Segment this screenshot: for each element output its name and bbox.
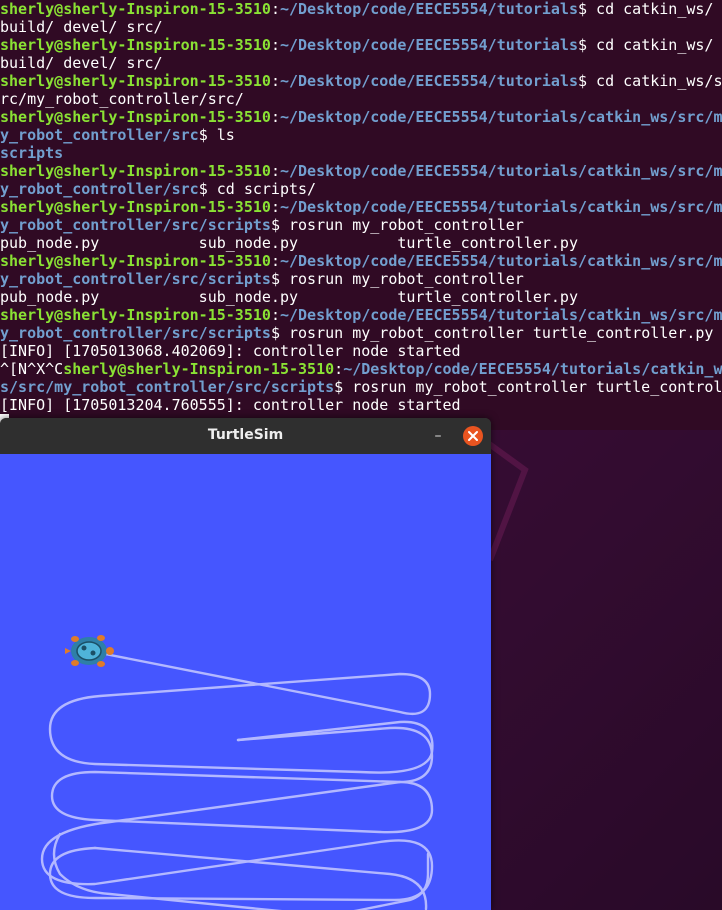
prompt-path: ~/Desktop/code/EECE5554/tutorials <box>279 72 578 90</box>
turtlesim-canvas <box>0 454 491 910</box>
terminal-text: $ cd scripts/ <box>198 180 317 198</box>
window-titlebar[interactable]: TurtleSim – <box>0 418 491 454</box>
terminal-line: sherly@sherly-Inspiron-15-3510:~/Desktop… <box>0 36 722 54</box>
terminal-text: : <box>270 306 280 324</box>
prompt-user: sherly@sherly-Inspiron-15-3510 <box>0 306 271 324</box>
terminal-text: $ cd catkin_ws/ <box>577 36 714 54</box>
terminal-text: : <box>270 72 280 90</box>
prompt-path: ~/Desktop/code/EECE5554/tutorials/catkin… <box>343 360 722 378</box>
terminal-line: y_robot_controller/src/scripts$ rosrun m… <box>0 216 722 234</box>
terminal-text: [INFO] [1705013204.760555]: controller n… <box>0 396 461 414</box>
turtlesim-window[interactable]: TurtleSim – <box>0 418 491 910</box>
terminal-text: $ ls <box>198 126 235 144</box>
terminal-line: build/ devel/ src/ <box>0 18 722 36</box>
prompt-user: sherly@sherly-Inspiron-15-3510 <box>0 162 271 180</box>
terminal-text: [INFO] [1705013068.402069]: controller n… <box>0 342 461 360</box>
terminal-text: build/ devel/ src/ <box>0 18 163 36</box>
prompt-user: sherly@sherly-Inspiron-15-3510 <box>0 198 271 216</box>
minimize-button[interactable]: – <box>428 426 448 446</box>
terminal-text: pub_node.py sub_node.py turtle_controlle… <box>0 288 578 306</box>
terminal-line: sherly@sherly-Inspiron-15-3510:~/Desktop… <box>0 252 722 270</box>
terminal-text: $ cd catkin_ws/s <box>577 72 722 90</box>
terminal-line: sherly@sherly-Inspiron-15-3510:~/Desktop… <box>0 72 722 90</box>
terminal-line: rc/my_robot_controller/src/ <box>0 90 722 108</box>
terminal-line: s/src/my_robot_controller/src/scripts$ r… <box>0 378 722 396</box>
terminal-line: y_robot_controller/src$ cd scripts/ <box>0 180 722 198</box>
prompt-user: sherly@sherly-Inspiron-15-3510 <box>0 108 271 126</box>
prompt-path: ~/Desktop/code/EECE5554/tutorials/catkin… <box>279 198 722 216</box>
turtle-trail <box>40 652 434 910</box>
turtle-icon <box>65 635 114 667</box>
terminal-line: y_robot_controller/src$ ls <box>0 126 722 144</box>
prompt-path: ~/Desktop/code/EECE5554/tutorials <box>279 36 578 54</box>
terminal-text: : <box>270 0 280 18</box>
terminal-text: build/ devel/ src/ <box>0 54 163 72</box>
terminal-text: $ cd catkin_ws/ <box>577 0 714 18</box>
terminal-line: scripts <box>0 144 722 162</box>
prompt-user: sherly@sherly-Inspiron-15-3510 <box>0 36 271 54</box>
prompt-user: sherly@sherly-Inspiron-15-3510 <box>0 252 271 270</box>
directory-name: scripts <box>0 144 64 162</box>
terminal-line: pub_node.py sub_node.py turtle_controlle… <box>0 234 722 252</box>
prompt-path: y_robot_controller/src <box>0 180 199 198</box>
terminal-text: : <box>270 36 280 54</box>
close-button[interactable] <box>463 426 483 446</box>
terminal-line: sherly@sherly-Inspiron-15-3510:~/Desktop… <box>0 162 722 180</box>
terminal-line: sherly@sherly-Inspiron-15-3510:~/Desktop… <box>0 306 722 324</box>
terminal-text: $ rosrun my_robot_controller turtle_cont… <box>270 324 714 342</box>
prompt-path: y_robot_controller/src/scripts <box>0 324 271 342</box>
prompt-path: ~/Desktop/code/EECE5554/tutorials/catkin… <box>279 252 722 270</box>
prompt-user: sherly@sherly-Inspiron-15-3510 <box>63 360 335 378</box>
terminal-text: $ rosrun my_robot_controller <box>270 216 524 234</box>
terminal-line: sherly@sherly-Inspiron-15-3510:~/Desktop… <box>0 0 722 18</box>
prompt-user: sherly@sherly-Inspiron-15-3510 <box>0 0 271 18</box>
trail-path <box>50 726 434 834</box>
terminal-line: sherly@sherly-Inspiron-15-3510:~/Desktop… <box>0 198 722 216</box>
prompt-path: ~/Desktop/code/EECE5554/tutorials/catkin… <box>279 162 722 180</box>
trail-path <box>48 652 434 774</box>
terminal-text: : <box>270 198 280 216</box>
terminal-line: build/ devel/ src/ <box>0 54 722 72</box>
close-icon <box>468 431 478 441</box>
terminal-text: : <box>270 252 280 270</box>
terminal-line: y_robot_controller/src/scripts$ rosrun m… <box>0 270 722 288</box>
prompt-path: y_robot_controller/src/scripts <box>0 216 271 234</box>
terminal-text: : <box>270 108 280 126</box>
terminal-line: ^[N^X^Csherly@sherly-Inspiron-15-3510:~/… <box>0 360 722 378</box>
terminal-line: y_robot_controller/src/scripts$ rosrun m… <box>0 324 722 342</box>
prompt-path: ~/Desktop/code/EECE5554/tutorials/catkin… <box>279 108 722 126</box>
terminal-text: rc/my_robot_controller/src/ <box>0 90 244 108</box>
prompt-path: y_robot_controller/src/scripts <box>0 270 271 288</box>
prompt-path: ~/Desktop/code/EECE5554/tutorials <box>279 0 578 18</box>
terminal-text: ^[N^X^C <box>0 360 64 378</box>
minimize-icon: – <box>434 428 442 444</box>
terminal-line: pub_node.py sub_node.py turtle_controlle… <box>0 288 722 306</box>
prompt-path: y_robot_controller/src <box>0 126 199 144</box>
window-title: TurtleSim <box>207 427 284 443</box>
terminal-line: sherly@sherly-Inspiron-15-3510:~/Desktop… <box>0 108 722 126</box>
prompt-path: ~/Desktop/code/EECE5554/tutorials/catkin… <box>279 306 722 324</box>
prompt-path: s/src/my_robot_controller/src/scripts <box>0 378 335 396</box>
terminal-line: [INFO] [1705013204.760555]: controller n… <box>0 396 722 414</box>
trail-path <box>40 780 434 902</box>
terminal-window[interactable]: sherly@sherly-Inspiron-15-3510:~/Desktop… <box>0 0 722 430</box>
terminal-text: $ rosrun my_robot_controller <box>270 270 524 288</box>
prompt-user: sherly@sherly-Inspiron-15-3510 <box>0 72 271 90</box>
terminal-text: : <box>270 162 280 180</box>
terminal-line: [INFO] [1705013068.402069]: controller n… <box>0 342 722 360</box>
turtle-path-drawing <box>40 635 434 910</box>
terminal-text: pub_node.py sub_node.py turtle_controlle… <box>0 234 578 252</box>
terminal-text: $ rosrun my_robot_controller turtle_cont… <box>334 378 722 396</box>
terminal-text: : <box>334 360 344 378</box>
